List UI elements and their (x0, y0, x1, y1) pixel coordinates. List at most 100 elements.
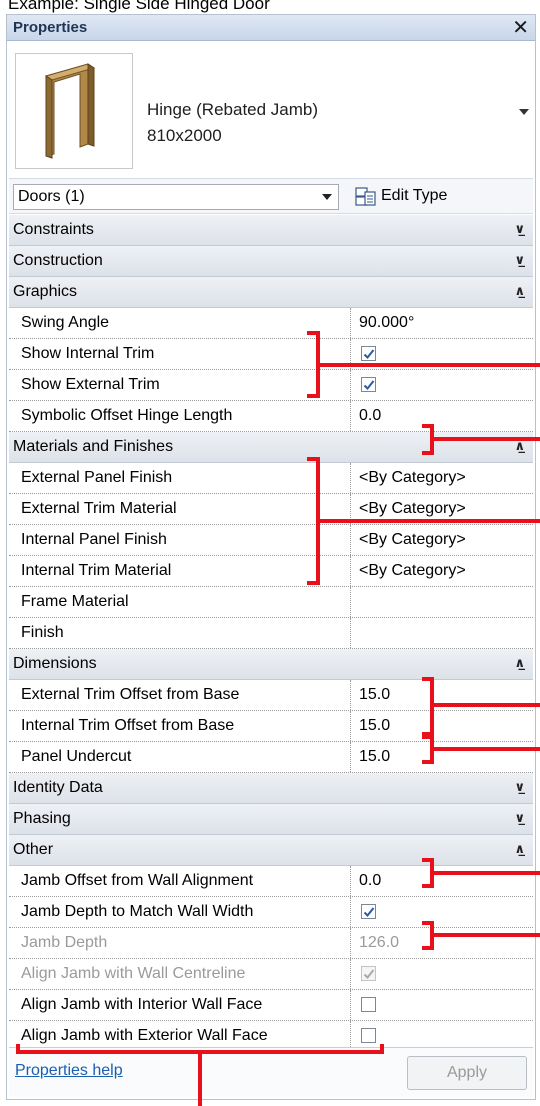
prop-value: 0.0 (359, 872, 382, 889)
chevron-double-up-icon: ∧̲ (514, 284, 525, 299)
prop-jamb-depth: Jamb Depth 126.0 (9, 928, 533, 959)
group-construction[interactable]: Construction ∨̲ (9, 246, 533, 277)
checkmark-icon (363, 969, 375, 979)
type-dropdown-arrow-icon[interactable] (519, 109, 529, 115)
chevron-double-up-icon: ∧̲ (514, 656, 525, 671)
prop-finish: Finish (9, 618, 533, 649)
prop-value-field[interactable]: 15.0 (351, 680, 533, 710)
chevron-double-down-icon: ∨̲ (514, 811, 525, 826)
prop-name: Align Jamb with Exterior Wall Face (21, 1027, 268, 1044)
prop-value-field[interactable] (351, 587, 533, 617)
instance-filter-select[interactable]: Doors (1) (13, 184, 339, 210)
checkbox[interactable] (361, 1028, 376, 1043)
prop-value-field[interactable]: <By Category> (351, 525, 533, 555)
type-name: Hinge (Rebated Jamb) 810x2000 (147, 97, 318, 149)
group-label: Phasing (13, 810, 71, 827)
prop-name: Symbolic Offset Hinge Length (21, 407, 233, 424)
checkbox[interactable] (361, 997, 376, 1012)
group-label: Dimensions (13, 655, 97, 672)
prop-value-field[interactable]: 15.0 (351, 742, 533, 772)
prop-int-panel-finish: Internal Panel Finish <By Category> (9, 525, 533, 556)
group-graphics[interactable]: Graphics ∧̲ (9, 277, 533, 308)
chevron-down-icon (322, 194, 332, 200)
prop-value: 15.0 (359, 686, 391, 703)
group-label: Graphics (13, 283, 78, 300)
prop-value: 90.000° (359, 314, 415, 331)
checkbox[interactable] (361, 377, 376, 392)
prop-name: Jamb Depth (21, 934, 108, 951)
chevron-double-down-icon: ∨̲ (514, 253, 525, 268)
prop-value: 15.0 (359, 717, 391, 734)
prop-name: External Trim Material (21, 500, 177, 517)
group-identity-data[interactable]: Identity Data ∨̲ (9, 773, 533, 804)
group-label: Materials and Finishes (13, 438, 174, 455)
prop-name: Align Jamb with Interior Wall Face (21, 996, 263, 1013)
prop-name: Align Jamb with Wall Centreline (21, 965, 246, 982)
prop-name: Frame Material (21, 593, 129, 610)
properties-help-link[interactable]: Properties help (15, 1062, 123, 1080)
chevron-double-down-icon: ∨̲ (514, 780, 525, 795)
prop-name: Internal Trim Offset from Base (21, 717, 235, 734)
prop-jamb-offset: Jamb Offset from Wall Alignment 0.0 (9, 866, 533, 897)
group-phasing[interactable]: Phasing ∨̲ (9, 804, 533, 835)
prop-name: Finish (21, 624, 64, 641)
prop-value-field[interactable]: 0.0 (351, 401, 533, 431)
prop-value: <By Category> (359, 469, 466, 486)
door-frame-thumbnail (15, 53, 133, 169)
properties-titlebar[interactable]: Properties ✕ (7, 15, 535, 41)
prop-name: Internal Panel Finish (21, 531, 167, 548)
close-icon[interactable]: ✕ (512, 16, 529, 38)
prop-value: 126.0 (359, 934, 400, 951)
checkbox[interactable] (361, 904, 376, 919)
prop-swing-angle: Swing Angle 90.000° (9, 308, 533, 339)
prop-ext-panel-finish: External Panel Finish <By Category> (9, 463, 533, 494)
prop-value-field[interactable]: <By Category> (351, 463, 533, 493)
edit-type-button[interactable]: Edit Type (351, 182, 531, 212)
figure-caption: Example: Single Side Hinged Door (8, 0, 270, 13)
prop-value-field[interactable]: <By Category> (351, 494, 533, 524)
prop-jamb-depth-match: Jamb Depth to Match Wall Width (9, 897, 533, 928)
prop-name: Show External Trim (21, 376, 160, 393)
prop-name: Internal Trim Material (21, 562, 172, 579)
prop-name: Jamb Offset from Wall Alignment (21, 872, 254, 889)
prop-value-field[interactable] (351, 618, 533, 648)
prop-ext-trim-offset: External Trim Offset from Base 15.0 (9, 680, 533, 711)
panel-title: Properties (13, 19, 88, 36)
group-dimensions[interactable]: Dimensions ∧̲ (9, 649, 533, 680)
group-materials[interactable]: Materials and Finishes ∧̲ (9, 432, 533, 463)
prop-align-centreline: Align Jamb with Wall Centreline (9, 959, 533, 990)
group-label: Identity Data (13, 779, 103, 796)
group-label: Other (13, 841, 54, 858)
instance-filter-value: Doors (1) (18, 188, 85, 205)
panel-footer: Properties help Apply (9, 1047, 533, 1097)
prop-symbolic-offset: Symbolic Offset Hinge Length 0.0 (9, 401, 533, 432)
prop-value-field[interactable]: 15.0 (351, 711, 533, 741)
prop-value: 0.0 (359, 407, 382, 424)
prop-int-trim-offset: Internal Trim Offset from Base 15.0 (9, 711, 533, 742)
prop-int-trim-material: Internal Trim Material <By Category> (9, 556, 533, 587)
instance-filter-row: Doors (1) Edit Type (9, 178, 533, 214)
property-grid: Constraints ∨̲ Construction ∨̲ Graphics … (9, 215, 533, 1052)
type-family: Hinge (Rebated Jamb) (147, 100, 319, 119)
prop-value-field[interactable]: <By Category> (351, 556, 533, 586)
type-selector[interactable]: Hinge (Rebated Jamb) 810x2000 (9, 43, 533, 177)
group-label: Constraints (13, 221, 94, 238)
checkbox[interactable] (361, 346, 376, 361)
prop-name: Jamb Depth to Match Wall Width (21, 903, 254, 920)
prop-name: Swing Angle (21, 314, 110, 331)
group-constraints[interactable]: Constraints ∨̲ (9, 215, 533, 246)
apply-button[interactable]: Apply (407, 1056, 527, 1090)
group-other[interactable]: Other ∧̲ (9, 835, 533, 866)
checkbox (361, 966, 376, 981)
prop-value: <By Category> (359, 562, 466, 579)
prop-frame-material: Frame Material (9, 587, 533, 618)
prop-name: Show Internal Trim (21, 345, 155, 362)
prop-value-field[interactable]: 90.000° (351, 308, 533, 338)
prop-value-field[interactable]: 0.0 (351, 866, 533, 896)
prop-name: External Trim Offset from Base (21, 686, 240, 703)
group-label: Construction (13, 252, 103, 269)
prop-align-interior: Align Jamb with Interior Wall Face (9, 990, 533, 1021)
prop-show-external-trim: Show External Trim (9, 370, 533, 401)
type-size: 810x2000 (147, 126, 222, 145)
chevron-double-down-icon: ∨̲ (514, 222, 525, 237)
